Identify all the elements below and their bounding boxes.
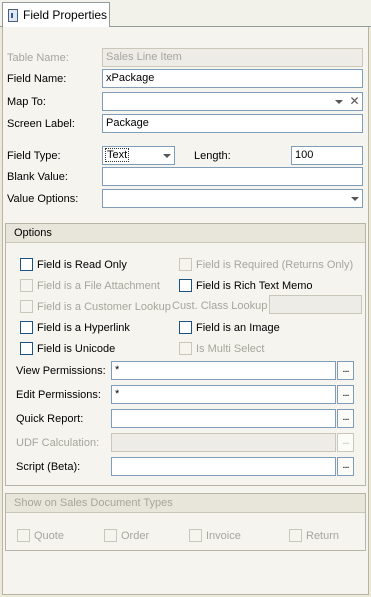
multi-select-label: Is Multi Select — [196, 342, 265, 355]
image-checkbox[interactable]: Field is an Image — [179, 321, 280, 334]
map-to-label: Map To: — [7, 96, 46, 108]
invoice-label: Invoice — [206, 529, 241, 542]
script-label: Script (Beta): — [16, 461, 81, 473]
field-name-input[interactable]: xPackage — [102, 69, 363, 88]
length-label: Length: — [194, 150, 231, 162]
view-permissions-browse-button[interactable]: ... — [337, 361, 354, 380]
customer-lookup-label: Field is a Customer Lookup — [37, 300, 171, 313]
hyperlink-box[interactable] — [20, 321, 33, 334]
length-input[interactable]: 100 — [291, 146, 363, 165]
image-box[interactable] — [179, 321, 192, 334]
hyperlink-checkbox[interactable]: Field is a Hyperlink — [20, 321, 130, 334]
order-label: Order — [121, 529, 150, 542]
udf-calculation-field — [111, 433, 336, 452]
view-permissions-label: View Permissions: — [16, 365, 106, 377]
script-input[interactable] — [111, 457, 336, 476]
field-type-dropdown-button[interactable] — [159, 147, 174, 164]
map-to-select[interactable]: ✕ — [102, 92, 363, 111]
rich-text-label: Field is Rich Text Memo — [196, 279, 313, 292]
value-options-dropdown-button[interactable] — [347, 190, 362, 207]
table-name-field: Sales Line Item — [102, 48, 363, 67]
quick-report-label: Quick Report: — [16, 413, 84, 425]
return-label: Return — [306, 529, 340, 542]
field-properties-icon — [8, 8, 18, 22]
read-only-label: Field is Read Only — [37, 258, 127, 271]
multi-select-box — [179, 342, 192, 355]
doc-types-group: Show on Sales Document Types — [5, 493, 366, 551]
field-type-select[interactable]: Text — [102, 146, 175, 165]
options-header: Options — [6, 224, 365, 243]
screen-label-label: Screen Label: — [7, 118, 75, 130]
order-checkbox: Order — [104, 529, 149, 542]
required-checkbox: Field is Required (Returns Only) — [179, 258, 353, 271]
quote-checkbox: Quote — [17, 529, 64, 542]
field-type-label: Field Type: — [7, 150, 61, 162]
unicode-checkbox[interactable]: Field is Unicode — [20, 342, 115, 355]
udf-calculation-browse-button: ... — [337, 433, 354, 452]
cust-class-lookup-label: Cust. Class Lookup — [172, 300, 268, 312]
invoice-box — [189, 529, 202, 542]
read-only-checkbox[interactable]: Field is Read Only — [20, 258, 127, 271]
file-attachment-checkbox: Field is a File Attachment — [20, 279, 160, 292]
invoice-checkbox: Invoice — [189, 529, 241, 542]
map-to-dropdown-button[interactable] — [331, 93, 346, 110]
edit-permissions-label: Edit Permissions: — [16, 389, 101, 401]
quick-report-browse-button[interactable]: ... — [337, 409, 354, 428]
map-to-clear-icon[interactable]: ✕ — [347, 93, 362, 110]
unicode-box[interactable] — [20, 342, 33, 355]
multi-select-checkbox: Is Multi Select — [179, 342, 264, 355]
file-attachment-label: Field is a File Attachment — [37, 279, 160, 292]
return-box — [289, 529, 302, 542]
quote-box — [17, 529, 30, 542]
quote-label: Quote — [34, 529, 64, 542]
required-box — [179, 258, 192, 271]
read-only-box[interactable] — [20, 258, 33, 271]
value-options-select[interactable] — [102, 189, 363, 208]
blank-value-input[interactable] — [102, 167, 363, 186]
cust-class-lookup-field — [269, 295, 362, 314]
quick-report-input[interactable] — [111, 409, 336, 428]
blank-value-label: Blank Value: — [7, 171, 68, 183]
rich-text-box[interactable] — [179, 279, 192, 292]
script-browse-button[interactable]: ... — [337, 457, 354, 476]
value-options-label: Value Options: — [7, 193, 79, 205]
edit-permissions-input[interactable]: * — [111, 385, 336, 404]
required-label: Field is Required (Returns Only) — [196, 258, 354, 271]
field-name-label: Field Name: — [7, 73, 67, 85]
hyperlink-label: Field is a Hyperlink — [37, 321, 130, 334]
order-box — [104, 529, 117, 542]
file-attachment-box — [20, 279, 33, 292]
customer-lookup-box — [20, 300, 33, 313]
return-checkbox: Return — [289, 529, 339, 542]
image-label: Field is an Image — [196, 321, 280, 334]
tab-label: Field Properties — [23, 8, 108, 22]
customer-lookup-checkbox: Field is a Customer Lookup — [20, 300, 171, 313]
unicode-label: Field is Unicode — [37, 342, 116, 355]
view-permissions-input[interactable]: * — [111, 361, 336, 380]
rich-text-checkbox[interactable]: Field is Rich Text Memo — [179, 279, 313, 292]
doc-types-header: Show on Sales Document Types — [6, 494, 365, 513]
table-name-label: Table Name: — [7, 52, 69, 64]
field-type-value: Text — [105, 148, 130, 162]
udf-calculation-label: UDF Calculation: — [16, 437, 100, 449]
tab-field-properties[interactable]: Field Properties — [2, 2, 110, 27]
screen-label-input[interactable]: Package — [102, 114, 363, 133]
edit-permissions-browse-button[interactable]: ... — [337, 385, 354, 404]
